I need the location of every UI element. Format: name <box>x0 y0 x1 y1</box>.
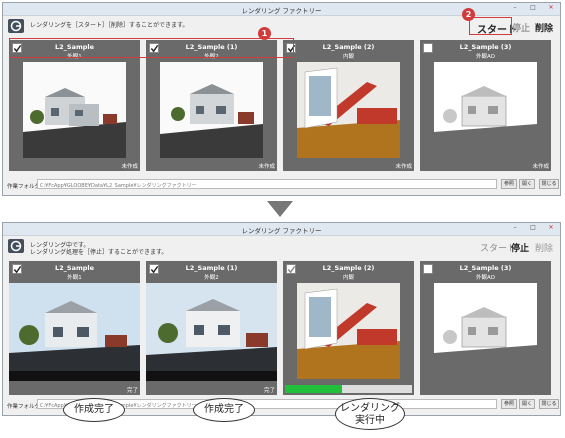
card-name: L2_Sample (2) <box>322 43 375 51</box>
exterior-preview-image <box>23 62 126 158</box>
down-arrow-icon <box>267 201 293 217</box>
minimize-icon[interactable]: – <box>510 4 520 11</box>
card-status: 完了 <box>263 388 275 394</box>
work-folder-path-field[interactable]: C:¥FcApp¥GLOOBE¥Data¥L2_Sample¥レンダリングファク… <box>37 179 497 189</box>
card-status: 未作成 <box>395 164 412 170</box>
title-bar: レンダリング ファクトリー – □ ✕ <box>3 3 560 16</box>
render-card[interactable]: L2_Sample (3) 外観AO <box>420 261 551 395</box>
render-card[interactable]: L2_Sample 外観1 完了 <box>9 261 140 395</box>
render-card[interactable]: L2_Sample (3) 外観AO 未作成 <box>420 40 551 171</box>
rendered-exterior-image <box>146 283 277 381</box>
card-status: 未作成 <box>121 164 138 170</box>
work-folder-label: 作業フォルダ <box>7 184 41 190</box>
work-folder-bar: 作業フォルダ C:¥FcApp¥GLOOBE¥Data¥L2_Sample¥レン… <box>7 179 559 191</box>
work-folder-label: 作業フォルダ <box>7 404 41 410</box>
exterior-ao-preview-image <box>434 62 537 158</box>
checkbox-highlight <box>9 38 294 58</box>
card-view: 外観1 <box>67 275 82 281</box>
callout-done-1: 作成完了 <box>63 398 125 422</box>
window-title: レンダリング ファクトリー <box>241 7 322 15</box>
window-controls: – □ ✕ <box>510 224 556 231</box>
message-line-1: レンダリング中です。 <box>30 242 90 249</box>
card-view: 外観AO <box>476 275 495 281</box>
open-button[interactable]: 開く <box>519 179 535 189</box>
card-status: 未作成 <box>532 164 549 170</box>
card-name: L2_Sample (3) <box>459 43 512 51</box>
card-view: 外観AO <box>476 54 495 60</box>
interior-preview-image <box>297 62 400 158</box>
close-icon[interactable]: ✕ <box>546 224 556 231</box>
instruction-message: レンダリングを［スタート］［削除］することができます。 <box>30 22 189 29</box>
open-button[interactable]: 開く <box>519 399 535 409</box>
callout-rendering: レンダリング実行中 <box>335 398 405 430</box>
maximize-icon[interactable]: □ <box>528 224 538 231</box>
card-view: 内観 <box>342 54 354 60</box>
card-view: 内観 <box>342 275 354 281</box>
window-title: レンダリング ファクトリー <box>241 227 322 235</box>
message-line-2: レンダリング処理を［停止］することができます。 <box>30 249 168 256</box>
browse-button[interactable]: 参照 <box>501 399 517 409</box>
minimize-icon[interactable]: – <box>510 224 520 231</box>
card-name: L2_Sample (3) <box>459 264 512 272</box>
card-name: L2_Sample (1) <box>185 264 238 272</box>
render-card[interactable]: L2_Sample (2) 内観 <box>283 261 414 395</box>
step-badge-2: 2 <box>462 8 475 21</box>
step-badge-1: 1 <box>258 27 271 40</box>
start-highlight <box>469 17 512 35</box>
render-card[interactable]: L2_Sample (1) 外観2 未作成 <box>146 40 277 171</box>
render-progress-bar <box>285 385 412 393</box>
callout-done-2: 作成完了 <box>193 398 255 422</box>
window-controls: – □ ✕ <box>510 4 556 11</box>
app-logo <box>8 19 24 33</box>
card-name: L2_Sample <box>54 264 95 272</box>
card-view: 外観2 <box>204 275 219 281</box>
card-name: L2_Sample (2) <box>322 264 375 272</box>
delete-button[interactable]: 削除 <box>535 21 553 34</box>
exterior-ao-preview-image <box>434 283 537 379</box>
maximize-icon[interactable]: □ <box>528 4 538 11</box>
close-button[interactable]: 閉じる <box>539 179 559 189</box>
rendered-exterior-image <box>9 283 140 381</box>
title-bar: レンダリング ファクトリー – □ ✕ <box>3 223 560 236</box>
app-logo <box>8 239 24 253</box>
delete-button[interactable]: 削除 <box>535 241 553 254</box>
instruction-message: レンダリング中です。 レンダリング処理を［停止］することができます。 <box>30 242 167 256</box>
card-status: 完了 <box>126 388 138 394</box>
rendering-factory-window-2: レンダリング ファクトリー – □ ✕ レンダリング中です。 レンダリング処理を… <box>2 222 561 416</box>
render-card[interactable]: L2_Sample (1) 外観2 完了 <box>146 261 277 395</box>
close-icon[interactable]: ✕ <box>546 4 556 11</box>
stop-button[interactable]: 停止 <box>512 21 530 34</box>
card-status: 未作成 <box>258 164 275 170</box>
stop-button[interactable]: 停止 <box>511 241 529 254</box>
interior-preview-image <box>297 283 400 379</box>
close-button[interactable]: 閉じる <box>539 399 559 409</box>
render-card[interactable]: L2_Sample (2) 内観 未作成 <box>283 40 414 171</box>
render-card[interactable]: L2_Sample 外観1 未作成 <box>9 40 140 171</box>
exterior-preview-image <box>160 62 263 158</box>
browse-button[interactable]: 参照 <box>501 179 517 189</box>
progress-fill <box>285 385 343 393</box>
